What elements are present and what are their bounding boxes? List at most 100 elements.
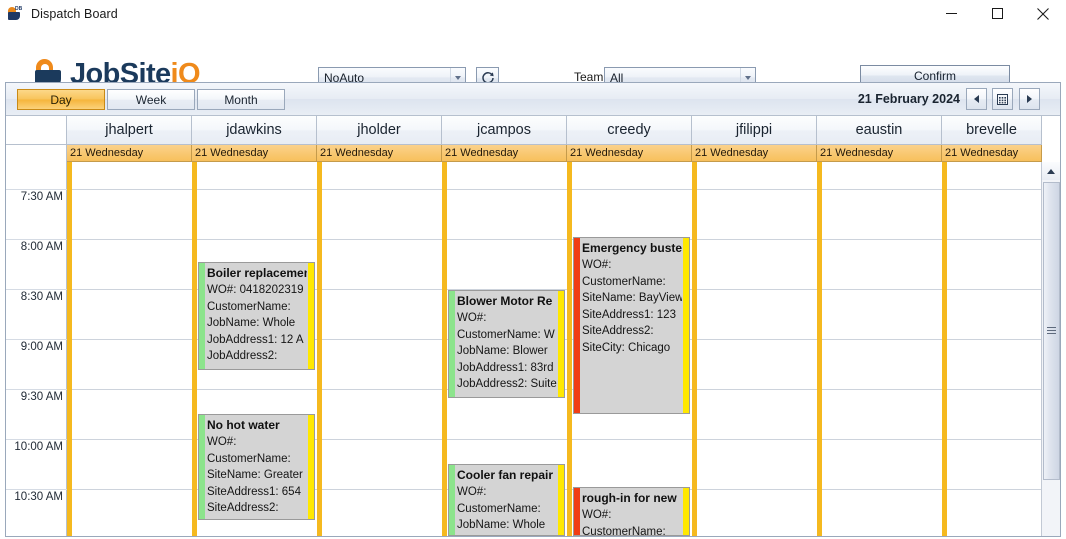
resource-column-header-jfilippi[interactable]: jfilippi xyxy=(692,116,817,145)
column-divider xyxy=(817,162,822,536)
scheduler-panel: Day Week Month 21 February 2024 jhalpert… xyxy=(5,82,1061,537)
day-cell-jcampos: 21 Wednesday xyxy=(442,145,567,162)
appointment-body: Cooler fan repair WO#: CustomerName: JobNam… xyxy=(457,467,557,535)
next-arrow-icon xyxy=(1027,95,1032,103)
column-divider xyxy=(442,162,447,536)
appointment-detail-line: SiteAddress1: 123 xyxy=(582,308,676,321)
appointment-title: Emergency buste xyxy=(582,241,682,255)
resource-column-header-jhalpert[interactable]: jhalpert xyxy=(67,116,192,145)
appointment-card[interactable]: Blower Motor Re WO#: CustomerName: W JobNam… xyxy=(448,290,565,398)
date-picker-button[interactable] xyxy=(992,88,1013,110)
column-divider xyxy=(692,162,697,536)
appointment-body: rough-in for new WO#: CustomerName: xyxy=(582,490,682,535)
appointment-detail-line: SiteName: Greater xyxy=(207,469,303,481)
appointment-detail-line: SiteName: BayView xyxy=(582,292,682,304)
close-button[interactable] xyxy=(1020,0,1066,27)
resource-name: brevelle xyxy=(966,122,1017,138)
scroll-grip-icon xyxy=(1047,327,1056,335)
time-label-7-30-am: 7:30 AM xyxy=(6,189,67,239)
day-cell-jhalpert: 21 Wednesday xyxy=(67,145,192,162)
resource-column-header-creedy[interactable]: creedy xyxy=(567,116,692,145)
resource-column-header-jdawkins[interactable]: jdawkins xyxy=(192,116,317,145)
resource-header-row: jhalpert jdawkins jholder jcampos creedy jfil… xyxy=(6,116,1060,145)
appointment-priority-stripe xyxy=(683,238,689,413)
view-tab-day[interactable]: Day xyxy=(17,89,105,110)
day-cell-jdawkins: 21 Wednesday xyxy=(192,145,317,162)
time-label-8-30-am: 8:30 AM xyxy=(6,289,67,339)
resource-name: eaustin xyxy=(855,122,903,138)
column-divider xyxy=(67,162,72,536)
appointment-title: Cooler fan repair xyxy=(457,468,554,482)
appointment-body: Blower Motor Re WO#: CustomerName: W JobNam… xyxy=(457,293,557,397)
time-label-10-00-am: 10:00 AM xyxy=(6,439,67,489)
appointment-detail-line: CustomerName: xyxy=(582,525,666,536)
appointment-card[interactable]: rough-in for new WO#: CustomerName: xyxy=(573,487,690,536)
column-divider xyxy=(317,162,322,536)
day-corner-cell xyxy=(6,145,67,162)
resource-name: jhalpert xyxy=(105,122,153,138)
appointment-detail-line: WO#: xyxy=(582,509,612,521)
time-label-10-30-am: 10:30 AM xyxy=(6,489,67,536)
main-toolbar: JobSiteiQ NoAuto Team All Confirm xyxy=(0,27,1066,90)
resource-column-header-jcampos[interactable]: jcampos xyxy=(442,116,567,145)
view-tab-month[interactable]: Month xyxy=(197,89,285,110)
appointment-detail-line: CustomerName: xyxy=(457,502,541,515)
appointment-detail-line: WO#: xyxy=(207,436,237,448)
time-label-9-30-am: 9:30 AM xyxy=(6,389,67,439)
appointment-detail-line: JobName: Blower xyxy=(457,345,548,357)
prev-date-button[interactable] xyxy=(966,88,987,110)
column-divider xyxy=(192,162,197,536)
appointment-card[interactable]: Emergency buste WO#: CustomerName: SiteName… xyxy=(573,237,690,414)
appointment-detail-line: SiteCity: Chicago xyxy=(582,341,671,354)
appointment-detail-line: CustomerName: xyxy=(207,300,291,313)
minimize-button[interactable] xyxy=(928,0,974,27)
window-title: Dispatch Board xyxy=(31,6,118,21)
appointment-detail-line: SiteAddress2: xyxy=(207,502,279,514)
resource-name: jdawkins xyxy=(226,122,282,138)
calendar-grid-icon xyxy=(997,93,1008,105)
title-bar: DB Dispatch Board xyxy=(0,0,1066,27)
resource-name: jholder xyxy=(357,122,401,138)
appointment-card[interactable]: Cooler fan repair WO#: CustomerName: JobNam… xyxy=(448,464,565,536)
view-tab-week[interactable]: Week xyxy=(107,89,195,110)
appointment-status-stripe xyxy=(449,465,455,535)
appointment-body: Boiler replacemen WO#: 0418202319 Customer… xyxy=(207,265,307,369)
resource-column-header-eaustin[interactable]: eaustin xyxy=(817,116,942,145)
time-label-8-00-am: 8:00 AM xyxy=(6,239,67,289)
appointment-card[interactable]: Boiler replacemen WO#: 0418202319 Customer… xyxy=(198,262,315,370)
appointment-card[interactable]: No hot water WO#: CustomerName: SiteName: G… xyxy=(198,414,315,520)
day-cell-eaustin: 21 Wednesday xyxy=(817,145,942,162)
resource-name: jcampos xyxy=(477,122,531,138)
appointment-detail-line: WO#: xyxy=(457,312,487,324)
appointment-detail-line: JobAddress2: Suite xyxy=(457,378,557,390)
window-controls xyxy=(928,0,1066,27)
resource-column-header-brevelle[interactable]: brevelle xyxy=(942,116,1042,145)
appointment-title: Boiler replacemen xyxy=(207,266,307,280)
prev-arrow-icon xyxy=(974,95,979,103)
next-date-button[interactable] xyxy=(1019,88,1040,110)
appointment-status-stripe xyxy=(199,415,205,519)
appointment-status-stripe xyxy=(574,238,580,413)
appointment-status-stripe xyxy=(199,263,205,369)
resource-column-header-jholder[interactable]: jholder xyxy=(317,116,442,145)
day-cell-jfilippi: 21 Wednesday xyxy=(692,145,817,162)
appointment-status-stripe xyxy=(574,488,580,535)
schedule-grid[interactable]: 7:30 AM 8:00 AM 8:30 AM 9:00 AM 9:30 AM 10:00… xyxy=(6,162,1060,536)
scroll-thumb[interactable] xyxy=(1043,182,1060,480)
appointment-detail-line: JobAddress1: 83rd xyxy=(457,361,554,374)
maximize-button[interactable] xyxy=(974,0,1020,27)
appointment-priority-stripe xyxy=(558,291,564,397)
header-corner-cell xyxy=(6,116,67,145)
column-divider xyxy=(567,162,572,536)
appointment-detail-line: CustomerName: xyxy=(207,452,291,465)
scheduler-header: Day Week Month 21 February 2024 xyxy=(6,83,1060,116)
appointment-detail-line: SiteAddress2: xyxy=(582,325,654,337)
scroll-up-button[interactable] xyxy=(1042,162,1060,180)
dispatch-board-icon: DB xyxy=(7,6,23,22)
appointment-detail-line: JobName: Whole xyxy=(457,519,546,531)
time-label-9-00-am: 9:00 AM xyxy=(6,339,67,389)
appointment-priority-stripe xyxy=(558,465,564,535)
vertical-scrollbar[interactable] xyxy=(1041,162,1060,536)
time-gutter: 7:30 AM 8:00 AM 8:30 AM 9:00 AM 9:30 AM 10:00… xyxy=(6,162,67,536)
scroll-up-arrow-icon xyxy=(1047,168,1055,174)
